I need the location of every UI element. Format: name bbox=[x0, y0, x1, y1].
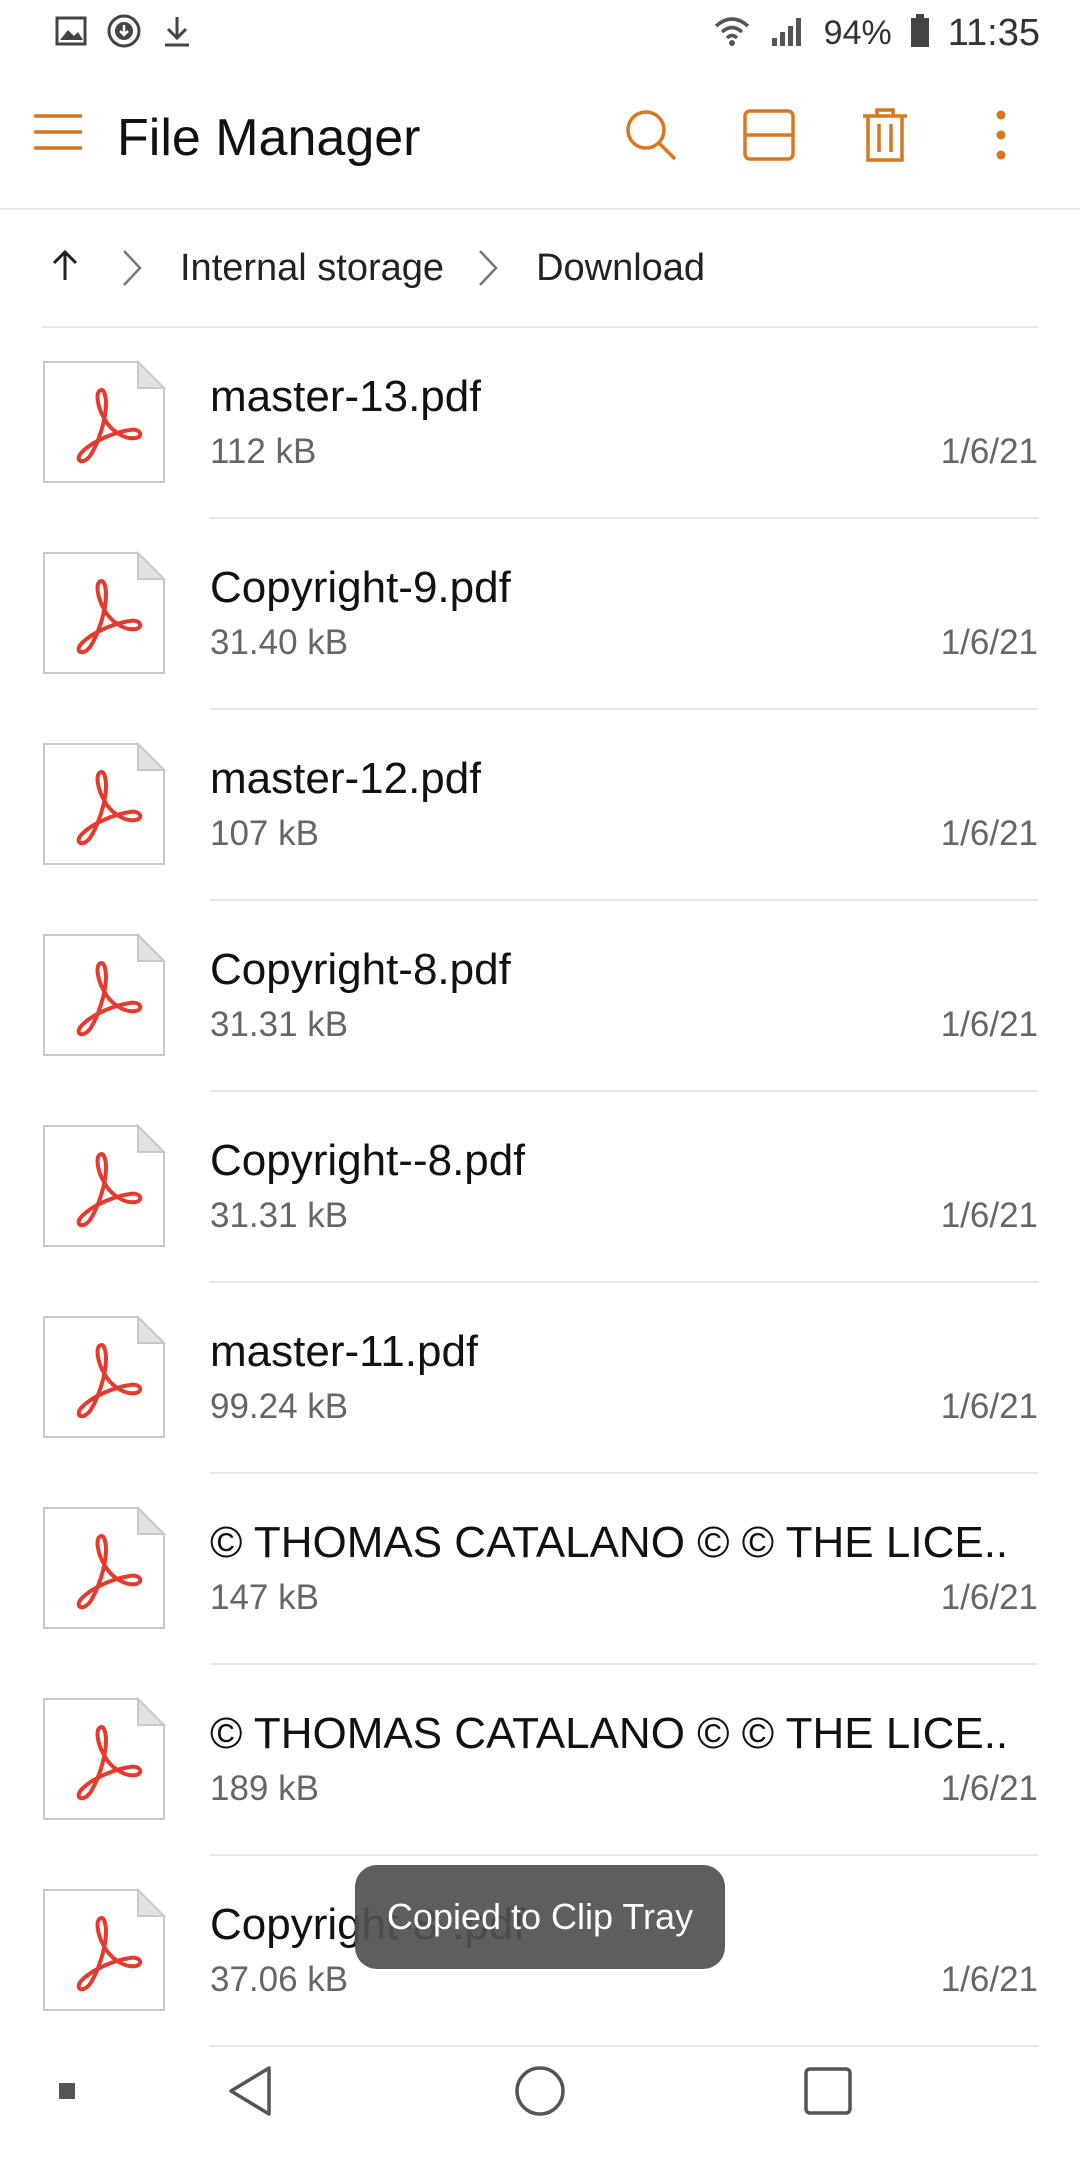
navigation-bar bbox=[0, 2040, 1080, 2160]
search-button[interactable] bbox=[616, 102, 686, 172]
file-name: master-11.pdf bbox=[210, 1327, 479, 1376]
pdf-file-icon bbox=[42, 550, 167, 675]
pdf-file-icon bbox=[42, 1696, 167, 1821]
file-name: © THOMAS CATALANO © © THE LICE.. bbox=[210, 1518, 1009, 1567]
status-bar: 94% 11:35 bbox=[0, 0, 1080, 66]
chevron-right-icon bbox=[112, 245, 152, 291]
hamburger-menu-icon bbox=[32, 112, 84, 157]
app-bar: File Manager bbox=[0, 66, 1080, 210]
file-date: 1/6/21 bbox=[940, 1005, 1038, 1044]
toast-message: Copied to Clip Tray bbox=[355, 1865, 725, 1969]
file-size: 147 kB bbox=[210, 1578, 319, 1617]
view-toggle-button[interactable] bbox=[734, 102, 804, 172]
file-name: Copyright-8.pdf bbox=[210, 945, 511, 994]
small-square-icon bbox=[59, 2082, 75, 2104]
file-date: 1/6/21 bbox=[940, 1196, 1038, 1235]
file-row[interactable]: master-13.pdf 112 kB 1/6/21 bbox=[0, 328, 1080, 519]
pdf-file-icon bbox=[42, 1887, 167, 2012]
recents-square-icon bbox=[803, 2066, 853, 2121]
app-title: File Manager bbox=[117, 109, 421, 167]
file-row[interactable]: Copyright-8.pdf 31.31 kB 1/6/21 bbox=[0, 901, 1080, 1092]
file-row[interactable]: master-12.pdf 107 kB 1/6/21 bbox=[0, 710, 1080, 901]
overview-dot-button[interactable] bbox=[52, 2078, 82, 2108]
file-date: 1/6/21 bbox=[940, 814, 1038, 853]
home-button[interactable] bbox=[510, 2062, 570, 2124]
download-circle-icon bbox=[106, 13, 142, 54]
file-size: 31.31 kB bbox=[210, 1005, 349, 1044]
pdf-file-icon bbox=[42, 741, 167, 866]
file-date: 1/6/21 bbox=[940, 432, 1038, 471]
recents-button[interactable] bbox=[798, 2062, 858, 2124]
file-date: 1/6/21 bbox=[940, 1960, 1038, 1999]
battery-percent: 94% bbox=[823, 13, 892, 52]
view-toggle-icon bbox=[743, 108, 795, 166]
file-list: master-13.pdf 112 kB 1/6/21 Copyright-9.pdf… bbox=[0, 328, 1080, 2047]
file-size: 31.40 kB bbox=[210, 623, 349, 662]
breadcrumb: Internal storage Download bbox=[42, 210, 1038, 328]
file-date: 1/6/21 bbox=[940, 1387, 1038, 1426]
file-size: 189 kB bbox=[210, 1769, 319, 1808]
back-button[interactable] bbox=[220, 2062, 280, 2124]
file-name: © THOMAS CATALANO © © THE LICE.. bbox=[210, 1709, 1009, 1758]
file-row[interactable]: © THOMAS CATALANO © © THE LICE.. 189 kB 1/… bbox=[0, 1665, 1080, 1856]
file-size: 107 kB bbox=[210, 814, 319, 853]
pdf-file-icon bbox=[42, 1505, 167, 1630]
more-options-icon bbox=[995, 109, 1007, 166]
download-icon bbox=[160, 13, 194, 54]
battery-icon bbox=[910, 13, 930, 53]
more-options-button[interactable] bbox=[966, 102, 1036, 172]
delete-icon bbox=[861, 107, 909, 167]
pdf-file-icon bbox=[42, 359, 167, 484]
image-icon bbox=[54, 14, 88, 53]
file-size: 37.06 kB bbox=[210, 1960, 349, 1999]
file-size: 99.24 kB bbox=[210, 1387, 349, 1426]
signal-icon bbox=[770, 14, 806, 53]
file-row[interactable]: © THOMAS CATALANO © © THE LICE.. 147 kB 1/… bbox=[0, 1474, 1080, 1665]
file-name: master-12.pdf bbox=[210, 754, 482, 803]
file-name: Copyright-9.pdf bbox=[210, 563, 511, 612]
clock: 11:35 bbox=[947, 11, 1040, 54]
pdf-file-icon bbox=[42, 932, 167, 1057]
file-name: master-13.pdf bbox=[210, 372, 482, 421]
file-row[interactable]: Copyright--8.pdf 31.31 kB 1/6/21 bbox=[0, 1092, 1080, 1283]
search-icon bbox=[623, 107, 679, 168]
navigate-up-button[interactable] bbox=[42, 245, 88, 291]
back-triangle-icon bbox=[225, 2064, 275, 2123]
menu-button[interactable] bbox=[30, 106, 86, 162]
pdf-file-icon bbox=[42, 1314, 167, 1439]
file-size: 31.31 kB bbox=[210, 1196, 349, 1235]
pdf-file-icon bbox=[42, 1123, 167, 1248]
file-row[interactable]: master-11.pdf 99.24 kB 1/6/21 bbox=[0, 1283, 1080, 1474]
file-row[interactable]: Copyright-9.pdf 31.40 kB 1/6/21 bbox=[0, 519, 1080, 710]
file-date: 1/6/21 bbox=[940, 623, 1038, 662]
breadcrumb-download[interactable]: Download bbox=[536, 247, 705, 290]
breadcrumb-internal-storage[interactable]: Internal storage bbox=[180, 247, 444, 290]
file-name: Copyright--8.pdf bbox=[210, 1136, 526, 1185]
delete-button[interactable] bbox=[850, 102, 920, 172]
home-circle-icon bbox=[513, 2064, 567, 2123]
file-date: 1/6/21 bbox=[940, 1578, 1038, 1617]
file-size: 112 kB bbox=[210, 432, 317, 471]
file-date: 1/6/21 bbox=[940, 1769, 1038, 1808]
chevron-right-icon bbox=[468, 245, 508, 291]
arrow-up-icon bbox=[48, 249, 82, 288]
system-icons: 94% 11:35 bbox=[712, 12, 1040, 55]
wifi-icon bbox=[712, 14, 752, 53]
notification-icons bbox=[54, 13, 194, 54]
